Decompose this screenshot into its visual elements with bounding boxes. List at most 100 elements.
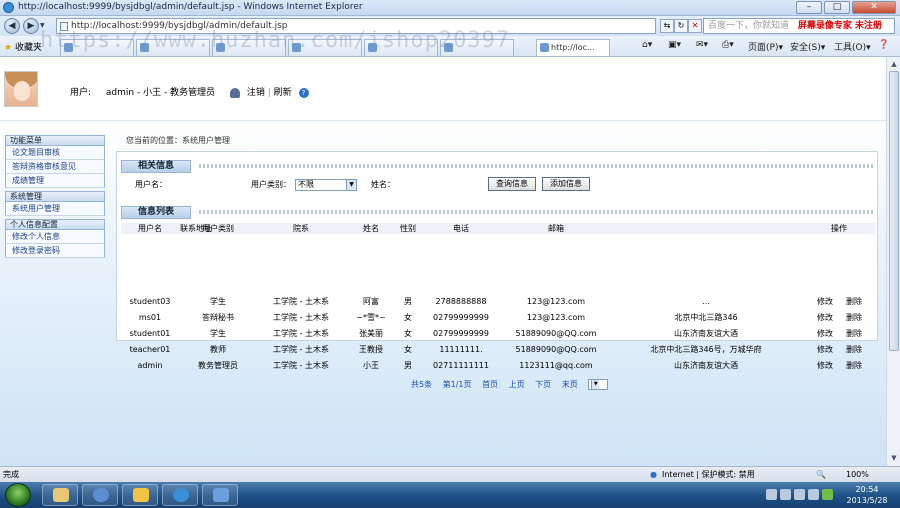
scrollbar-thumb[interactable]	[889, 71, 899, 351]
active-tab-label: http://loc...	[551, 43, 595, 52]
edit-link[interactable]: 修改	[811, 310, 839, 326]
zoom-level[interactable]: 100%	[846, 467, 869, 482]
delete-link[interactable]: 删除	[839, 342, 869, 358]
pager-first-link[interactable]: 首页	[482, 380, 498, 389]
history-dropdown-icon[interactable]: ▼	[40, 22, 48, 30]
favorites-button[interactable]: ★ 收藏夹	[4, 40, 42, 53]
minimize-button[interactable]: –	[796, 1, 822, 14]
explorer-taskbar-icon[interactable]	[42, 484, 78, 506]
print-icon[interactable]: ⎙▾	[722, 40, 734, 50]
address-bar: ◀ ▶ ▼ http://localhost:9999/bysjdbgl/adm…	[0, 16, 900, 36]
sidebar-item-thesis-review[interactable]: 论文题目审核	[5, 146, 105, 160]
add-button[interactable]: 添加信息	[542, 177, 590, 191]
sidebar-item-edit-profile[interactable]: 修改个人信息	[5, 230, 105, 244]
globe-icon: ●	[650, 470, 657, 479]
tray-icon[interactable]	[766, 489, 777, 500]
bird-app-taskbar-icon[interactable]	[202, 484, 238, 506]
cell-department: 工学院 - 土木系	[273, 313, 329, 322]
ie-taskbar-icon[interactable]	[162, 484, 198, 506]
tab-2[interactable]	[136, 39, 210, 56]
page-select[interactable]: 1▼	[588, 379, 609, 390]
close-window-button[interactable]: ✕	[852, 1, 896, 14]
tab-4[interactable]	[288, 39, 362, 56]
recorder-tray-icon[interactable]	[822, 489, 833, 500]
pager-pages: 第1/1页	[442, 380, 472, 389]
cell-phone: 11111111.	[439, 345, 483, 354]
url-text: http://localhost:9999/bysjdbgl/admin/def…	[71, 21, 288, 31]
cell-username: student01	[129, 329, 171, 338]
table-row: ms01 答辩秘书 工学院 - 土木系 ~*雪*~ 女 02799999999 …	[121, 310, 875, 326]
delete-link[interactable]: 删除	[839, 358, 869, 374]
feeds-icon[interactable]: ▣▾	[668, 40, 681, 50]
stop-button[interactable]: ✕	[688, 19, 702, 33]
status-bar: 完成 ● Internet | 保护模式: 禁用 🔍 100%	[0, 466, 900, 482]
compatibility-view-button[interactable]: ⇆	[660, 19, 674, 33]
volume-icon[interactable]	[808, 489, 819, 500]
vertical-scrollbar[interactable]: ▲ ▼	[886, 57, 900, 466]
start-button[interactable]	[5, 483, 31, 507]
tab-1[interactable]	[60, 39, 134, 56]
cell-username: student03	[129, 297, 171, 306]
pager-next-link[interactable]: 下页	[535, 380, 551, 389]
refresh-page-button[interactable]: ↻	[674, 19, 688, 33]
tab-5[interactable]	[364, 39, 438, 56]
delete-link[interactable]: 删除	[839, 326, 869, 342]
search-input[interactable]: 百度一下，你就知道 屏幕录像专家 未注册	[703, 18, 895, 34]
avatar	[4, 71, 38, 107]
logout-link[interactable]: 注销	[247, 88, 265, 98]
pager-last-link[interactable]: 末页	[562, 380, 578, 389]
help-icon[interactable]: ❓	[878, 40, 889, 50]
clock[interactable]: 20:54 2013/5/28	[836, 484, 898, 506]
cell-gender: 女	[404, 313, 412, 322]
sidebar-item-grades[interactable]: 成绩管理	[5, 174, 105, 188]
tools-menu-label: 工具(O)	[834, 43, 867, 53]
delete-link[interactable]: 删除	[839, 310, 869, 326]
sidebar-item-defense-review[interactable]: 答辩资格审核意见	[5, 160, 105, 174]
table-row: teacher01 教师 工学院 - 土木系 王教授 女 11111111. 5…	[121, 342, 875, 358]
cell-username: teacher01	[129, 345, 171, 354]
tab-3[interactable]	[212, 39, 286, 56]
table-row: student01 学生 工学院 - 土木系 张美丽 女 02799999999…	[121, 326, 875, 342]
cell-usertype: 学生	[210, 297, 226, 306]
scroll-up-icon[interactable]: ▲	[889, 59, 899, 69]
query-button[interactable]: 查询信息	[488, 177, 536, 191]
edit-link[interactable]: 修改	[811, 326, 839, 342]
edit-link[interactable]: 修改	[811, 358, 839, 374]
edit-link[interactable]: 修改	[811, 294, 839, 310]
username-input[interactable]	[175, 179, 235, 191]
network-icon[interactable]	[794, 489, 805, 500]
pager-prev-link[interactable]: 上页	[509, 380, 525, 389]
sidebar-item-change-password[interactable]: 修改登录密码	[5, 244, 105, 258]
refresh-link[interactable]: 刷新	[274, 88, 292, 98]
forward-button[interactable]: ▶	[23, 18, 39, 34]
search-placeholder: 百度一下，你就知道	[708, 21, 790, 31]
tray-icon[interactable]	[780, 489, 791, 500]
url-input[interactable]: http://localhost:9999/bysjdbgl/admin/def…	[56, 18, 656, 34]
safety-menu[interactable]: 安全(S)▾	[790, 40, 825, 53]
back-button[interactable]: ◀	[4, 18, 20, 34]
star-icon: ★	[4, 43, 13, 53]
zoom-icon[interactable]: 🔍	[816, 467, 826, 482]
page-icon	[60, 22, 68, 31]
delete-link[interactable]: 删除	[839, 294, 869, 310]
pager-total: 共5条	[411, 380, 433, 389]
name-input[interactable]	[407, 179, 477, 191]
tools-menu[interactable]: 工具(O)▾	[834, 40, 871, 53]
home-icon[interactable]: ⌂▾	[642, 40, 652, 50]
usertype-select[interactable]: 不限 ▼	[295, 179, 357, 191]
notes-taskbar-icon[interactable]	[122, 484, 158, 506]
help-circle-icon[interactable]: ?	[298, 87, 309, 98]
usertype-label: 用户类别：	[251, 180, 291, 189]
tab-6[interactable]	[440, 39, 514, 56]
media-player-taskbar-icon[interactable]	[82, 484, 118, 506]
tab-active[interactable]: http://loc...	[536, 39, 610, 56]
recorder-ad-text: 屏幕录像专家 未注册	[797, 21, 883, 31]
name-label: 姓名：	[371, 180, 395, 189]
sidebar-item-users[interactable]: 系统用户管理	[5, 202, 105, 216]
scroll-down-icon[interactable]: ▼	[889, 453, 899, 463]
page-menu[interactable]: 页面(P)▾	[748, 40, 783, 53]
edit-link[interactable]: 修改	[811, 342, 839, 358]
cell-email: 51889090@QQ.com	[515, 345, 597, 354]
maximize-button[interactable]: □	[824, 1, 850, 14]
mail-icon[interactable]: ✉▾	[696, 40, 708, 50]
